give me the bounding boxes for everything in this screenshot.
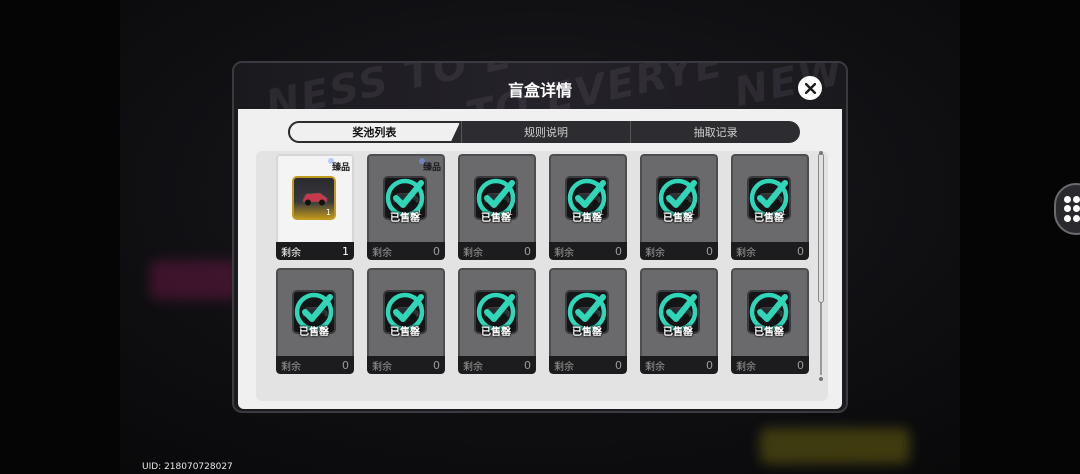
background-left (0, 0, 120, 474)
prize-card[interactable]: 已售罄 剩余 0 (640, 268, 718, 374)
card-footer: 剩余 0 (276, 356, 354, 374)
prize-card[interactable]: 已售罄 剩余 0 (458, 268, 536, 374)
remaining-count: 0 (524, 358, 531, 372)
sold-out-label: 已售罄 (481, 327, 511, 338)
remaining-count: 0 (342, 358, 349, 372)
prize-card[interactable]: 1 已售罄 剩余 0 (458, 154, 536, 260)
sold-out-label: 已售罄 (299, 327, 329, 338)
grid-menu-icon (1064, 196, 1080, 222)
card-footer: 剩余 1 (276, 242, 354, 260)
scroll-cap (819, 377, 823, 381)
card-footer: 剩余 0 (367, 242, 445, 260)
sold-out-label: 已售罄 (663, 213, 693, 224)
scrollbar[interactable] (818, 151, 824, 381)
card-footer: 剩余 0 (731, 356, 809, 374)
tab-label: 奖池列表 (352, 126, 397, 139)
background-right (960, 0, 1080, 474)
uid-label: UID: 218070728027 (142, 462, 233, 472)
prize-grid: 臻品 1 剩余 1 臻品 1 已售罄 剩余 0 1 已售罄 剩余 0 1 已售罄… (276, 154, 809, 374)
close-button[interactable] (798, 76, 822, 100)
tab-label: 规则说明 (524, 126, 568, 139)
prize-card[interactable]: 1 已售罄 剩余 0 (731, 154, 809, 260)
card-footer: 剩余 0 (640, 356, 718, 374)
remaining-label: 剩余 (736, 361, 756, 373)
dialog-header: NESS TO E TO EVERYE NEW 盲盒详情 (234, 63, 846, 109)
remaining-label: 剩余 (645, 361, 665, 373)
tab-bar: 奖池列表 规则说明 抽取记录 (288, 121, 800, 143)
background-glow (150, 260, 240, 300)
remaining-count: 0 (524, 244, 531, 258)
car-icon (302, 192, 328, 206)
card-footer: 剩余 0 (367, 356, 445, 374)
remaining-count: 0 (433, 244, 440, 258)
remaining-count: 0 (433, 358, 440, 372)
remaining-label: 剩余 (463, 247, 483, 259)
tab-label: 抽取记录 (693, 126, 738, 139)
background-glow (760, 428, 910, 464)
remaining-count: 0 (797, 358, 804, 372)
premium-badge: 臻品 (418, 158, 441, 173)
prize-card[interactable]: 已售罄 剩余 0 (731, 268, 809, 374)
card-footer: 剩余 0 (458, 242, 536, 260)
remaining-count: 0 (706, 358, 713, 372)
remaining-count: 0 (615, 358, 622, 372)
rarity-number: 1 (325, 208, 331, 217)
remaining-label: 剩余 (554, 247, 574, 259)
scroll-cap (819, 151, 823, 155)
sold-out-label: 已售罄 (754, 213, 784, 224)
prize-card[interactable]: 1 已售罄 剩余 0 (549, 154, 627, 260)
prize-card[interactable]: 已售罄 剩余 0 (549, 268, 627, 374)
item-thumbnail: 1 (292, 176, 336, 220)
card-footer: 剩余 0 (458, 356, 536, 374)
prize-card[interactable]: 臻品 1 剩余 1 (276, 154, 354, 260)
sold-out-label: 已售罄 (754, 327, 784, 338)
sold-out-label: 已售罄 (390, 327, 420, 338)
prize-card[interactable]: 已售罄 剩余 0 (367, 268, 445, 374)
card-footer: 剩余 0 (640, 242, 718, 260)
sold-out-label: 已售罄 (390, 213, 420, 224)
sold-out-label: 已售罄 (663, 327, 693, 338)
sold-out-label: 已售罄 (572, 213, 602, 224)
tab-prize-pool[interactable]: 奖池列表 (288, 121, 461, 143)
prize-card[interactable]: 1 已售罄 剩余 0 (640, 154, 718, 260)
remaining-label: 剩余 (281, 247, 301, 259)
remaining-count: 0 (706, 244, 713, 258)
scroll-thumb[interactable] (818, 153, 824, 303)
card-footer: 剩余 0 (549, 356, 627, 374)
remaining-label: 剩余 (372, 247, 392, 259)
card-footer: 剩余 0 (731, 242, 809, 260)
remaining-label: 剩余 (645, 247, 665, 259)
card-footer: 剩余 0 (549, 242, 627, 260)
sold-out-label: 已售罄 (481, 213, 511, 224)
remaining-count: 0 (615, 244, 622, 258)
sold-out-label: 已售罄 (572, 327, 602, 338)
prize-card[interactable]: 臻品 1 已售罄 剩余 0 (367, 154, 445, 260)
close-icon (804, 82, 816, 94)
remaining-label: 剩余 (736, 247, 756, 259)
remaining-count: 0 (797, 244, 804, 258)
remaining-label: 剩余 (554, 361, 574, 373)
game-screen: NESS TO E TO EVERYE NEW 盲盒详情 奖池列表 规则说明 抽… (0, 0, 1080, 474)
remaining-label: 剩余 (372, 361, 392, 373)
dialog-title: 盲盒详情 (507, 81, 572, 100)
tab-rules[interactable]: 规则说明 (460, 121, 631, 143)
remaining-label: 剩余 (281, 361, 301, 373)
prize-card[interactable]: 已售罄 剩余 0 (276, 268, 354, 374)
premium-badge: 臻品 (327, 158, 350, 173)
remaining-count: 1 (342, 244, 349, 258)
tab-draw-history[interactable]: 抽取记录 (630, 121, 800, 143)
remaining-label: 剩余 (463, 361, 483, 373)
